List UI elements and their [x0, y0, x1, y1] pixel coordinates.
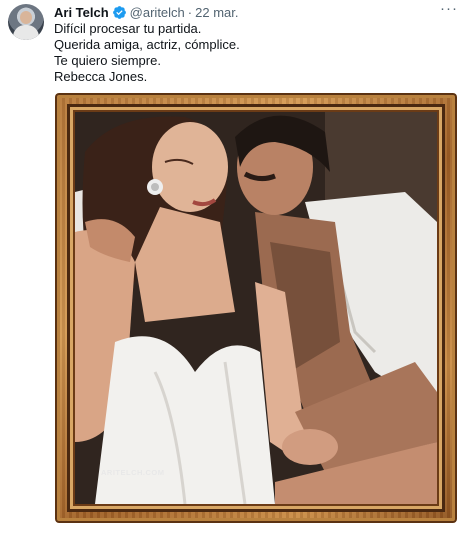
- avatar-head: [20, 11, 32, 24]
- tweet[interactable]: Ari Telch @aritelch · 22 mar. ··· Difíci…: [0, 0, 474, 534]
- photo-image: ARITELCH.COM: [75, 112, 437, 504]
- separator-dot: ·: [187, 4, 193, 20]
- tweet-line: Querida amiga, actriz, cómplice.: [54, 37, 240, 52]
- photo-watermark: ARITELCH.COM: [101, 468, 165, 477]
- verified-badge-icon: [112, 5, 127, 20]
- tweet-header: Ari Telch @aritelch · 22 mar.: [54, 3, 238, 21]
- avatar-shoulders: [13, 25, 39, 40]
- couple-photo-illustration: [75, 112, 437, 504]
- more-options-icon[interactable]: ···: [440, 0, 458, 17]
- media-photo[interactable]: ARITELCH.COM: [55, 93, 457, 523]
- author-display-name[interactable]: Ari Telch: [54, 5, 109, 20]
- tweet-line: Te quiero siempre.: [54, 53, 161, 68]
- tweet-date[interactable]: 22 mar.: [195, 5, 238, 20]
- tweet-line: Rebecca Jones.: [54, 69, 148, 84]
- author-handle[interactable]: @aritelch: [130, 5, 185, 20]
- tweet-line: Difícil procesar tu partida.: [54, 21, 202, 36]
- tweet-text: Difícil procesar tu partida. Querida ami…: [54, 21, 454, 85]
- author-avatar[interactable]: [8, 4, 44, 40]
